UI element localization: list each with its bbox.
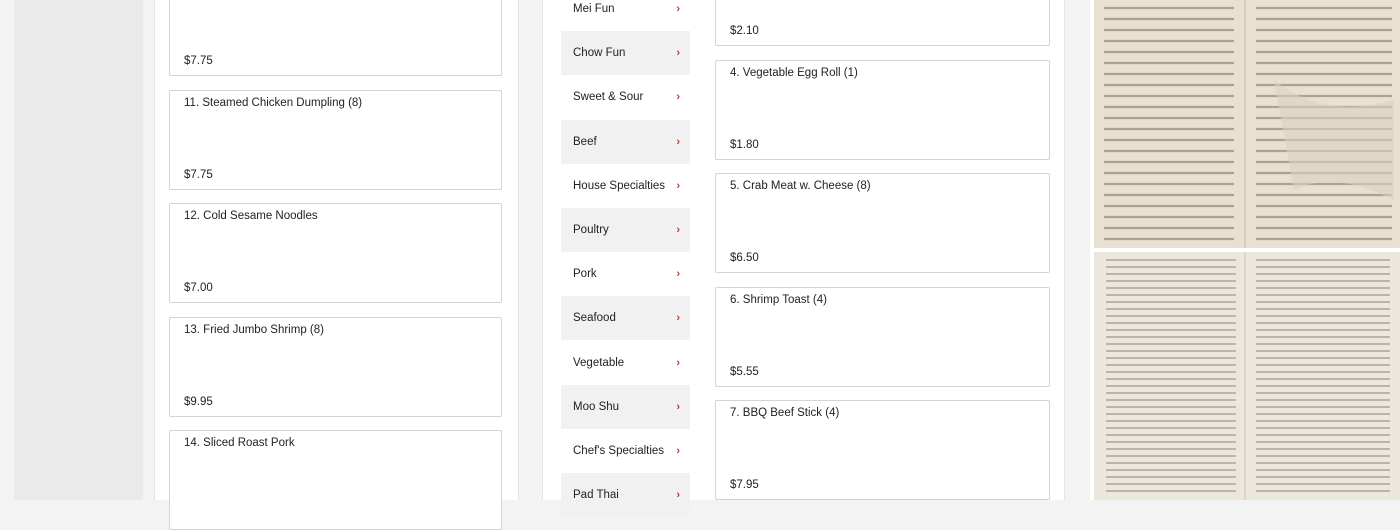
- chevron-right-icon: ›: [676, 445, 680, 457]
- menu-item-card[interactable]: $2.10: [715, 0, 1050, 46]
- menu-item-card[interactable]: 11. Steamed Chicken Dumpling (8) $7.75: [169, 90, 502, 190]
- chevron-right-icon: ›: [676, 47, 680, 59]
- category-label: Seafood: [573, 312, 616, 324]
- menu-item-price: $9.95: [184, 396, 213, 408]
- menu-item-price: $7.00: [184, 282, 213, 294]
- chevron-right-icon: ›: [676, 180, 680, 192]
- menu-item-card[interactable]: 12. Cold Sesame Noodles $7.00: [169, 203, 502, 303]
- category-pad-thai[interactable]: Pad Thai ›: [561, 473, 690, 517]
- category-poultry[interactable]: Poultry ›: [561, 208, 690, 252]
- menu-item-price: $7.75: [184, 169, 213, 181]
- menu-photo[interactable]: [1094, 0, 1400, 248]
- category-label: Sweet & Sour: [573, 91, 644, 103]
- category-label: Vegetable: [573, 357, 625, 369]
- chevron-right-icon: ›: [676, 91, 680, 103]
- category-beef[interactable]: Beef ›: [561, 120, 690, 164]
- menu-item-name: 5. Crab Meat w. Cheese (8): [730, 180, 871, 192]
- chevron-right-icon: ›: [676, 224, 680, 236]
- category-label: Chow Fun: [573, 47, 626, 59]
- menu-photo-image: [1094, 252, 1400, 500]
- menu-item-name: 12. Cold Sesame Noodles: [184, 210, 318, 222]
- chevron-right-icon: ›: [676, 357, 680, 369]
- menu-item-name: 14. Sliced Roast Pork: [184, 437, 295, 449]
- menu-item-price: $6.50: [730, 252, 759, 264]
- menu-item-price: $7.95: [730, 479, 759, 491]
- menu-item-card[interactable]: 7. BBQ Beef Stick (4) $7.95: [715, 400, 1050, 500]
- menu-item-card[interactable]: 4. Vegetable Egg Roll (1) $1.80: [715, 60, 1050, 160]
- category-label: Moo Shu: [573, 401, 620, 413]
- menu-item-name: 4. Vegetable Egg Roll (1): [730, 67, 858, 79]
- menu-items-panel-left: $7.75 11. Steamed Chicken Dumpling (8) $…: [154, 0, 519, 530]
- menu-item-card[interactable]: $7.75: [169, 0, 502, 76]
- category-vegetable[interactable]: Vegetable ›: [561, 341, 690, 385]
- chevron-right-icon: ›: [676, 489, 680, 501]
- menu-item-name: 6. Shrimp Toast (4): [730, 294, 827, 306]
- menu-item-name: 7. BBQ Beef Stick (4): [730, 407, 840, 419]
- menu-item-price: $2.10: [730, 25, 759, 37]
- category-sweet-sour[interactable]: Sweet & Sour ›: [561, 75, 690, 119]
- left-gutter: [14, 0, 143, 500]
- menu-item-card[interactable]: 5. Crab Meat w. Cheese (8) $6.50: [715, 173, 1050, 273]
- category-chow-fun[interactable]: Chow Fun ›: [561, 31, 690, 75]
- category-mei-fun[interactable]: Mei Fun ›: [561, 0, 690, 31]
- category-seafood[interactable]: Seafood ›: [561, 296, 690, 340]
- menu-item-name: 13. Fried Jumbo Shrimp (8): [184, 324, 324, 336]
- chevron-right-icon: ›: [676, 3, 680, 15]
- menu-photos: [1090, 0, 1400, 500]
- category-label: Poultry: [573, 224, 609, 236]
- menu-item-price: $1.80: [730, 139, 759, 151]
- menu-item-name: 11. Steamed Chicken Dumpling (8): [184, 97, 363, 109]
- category-moo-shu[interactable]: Moo Shu ›: [561, 385, 690, 429]
- category-label: Beef: [573, 136, 597, 148]
- menu-item-price: $5.55: [730, 366, 759, 378]
- category-label: Pork: [573, 268, 597, 280]
- category-label: House Specialties: [573, 180, 666, 192]
- category-pork[interactable]: Pork ›: [561, 252, 690, 296]
- chevron-right-icon: ›: [676, 401, 680, 413]
- chevron-right-icon: ›: [676, 268, 680, 280]
- menu-photo-image: [1094, 0, 1400, 248]
- category-label: Pad Thai: [573, 489, 619, 501]
- chevron-right-icon: ›: [676, 312, 680, 324]
- menu-item-price: $7.75: [184, 55, 213, 67]
- category-label: Mei Fun: [573, 3, 615, 15]
- category-chefs-specialties[interactable]: Chef's Specialties ›: [561, 429, 690, 473]
- category-house-specialties[interactable]: House Specialties ›: [561, 164, 690, 208]
- menu-item-card[interactable]: 14. Sliced Roast Pork: [169, 430, 502, 530]
- category-label: Chef's Specialties: [573, 445, 665, 457]
- chevron-right-icon: ›: [676, 136, 680, 148]
- menu-item-card[interactable]: 6. Shrimp Toast (4) $5.55: [715, 287, 1050, 387]
- menu-item-card[interactable]: 13. Fried Jumbo Shrimp (8) $9.95: [169, 317, 502, 417]
- menu-photo[interactable]: [1094, 252, 1400, 500]
